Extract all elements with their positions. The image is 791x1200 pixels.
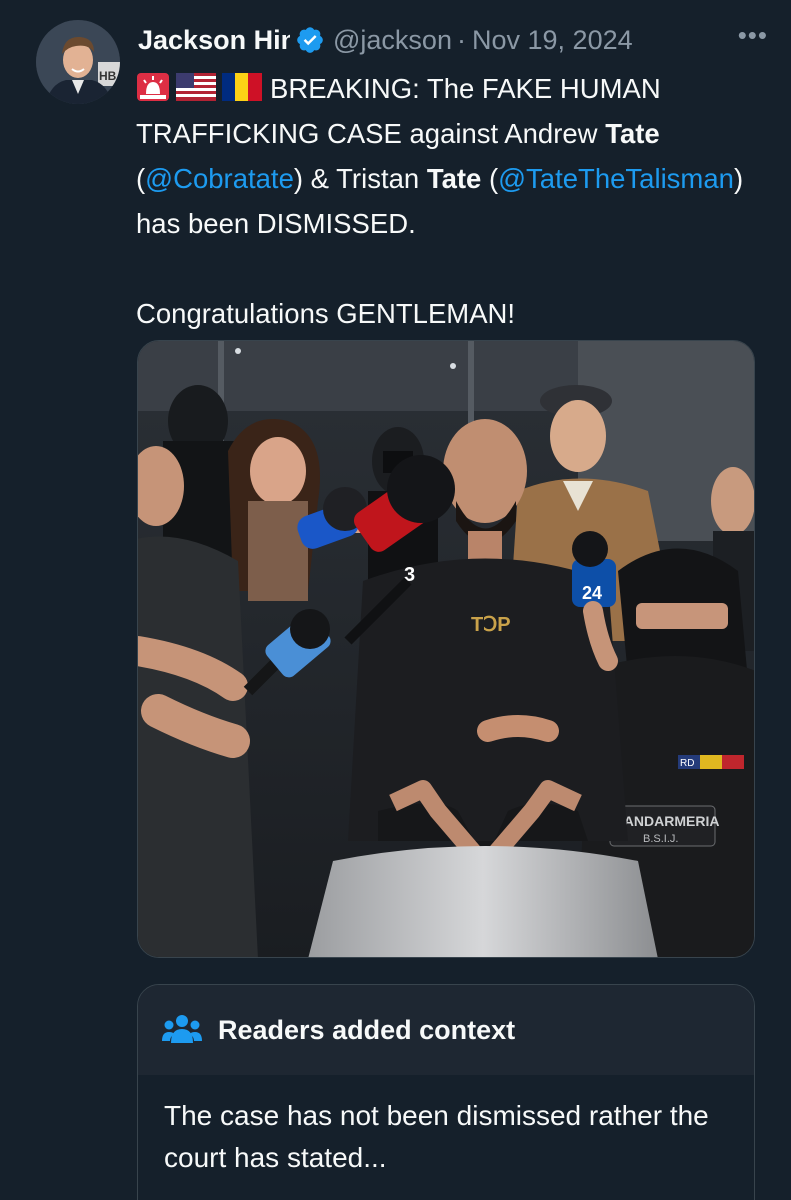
author-handle[interactable]: @jacksonhinkle xyxy=(333,25,451,56)
separator-dot: · xyxy=(457,24,466,55)
post-date[interactable]: Nov 19, 2024 xyxy=(472,25,633,56)
bold-tate-1: Tate xyxy=(605,118,660,149)
mention-cobratate[interactable]: @Cobratate xyxy=(145,163,294,194)
mention-tatethetalisman[interactable]: @TateTheTalisman xyxy=(498,163,734,194)
romania-flag-icon xyxy=(222,73,262,101)
tweet-paragraph-1: BREAKING: The FAKE HUMAN TRAFFICKING CAS… xyxy=(136,66,756,246)
emoji-flags xyxy=(136,72,262,102)
mic-logo-1: 24 xyxy=(582,583,602,603)
tweet-text: BREAKING: The FAKE HUMAN TRAFFICKING CAS… xyxy=(136,66,756,336)
svg-text:HB: HB xyxy=(99,69,117,83)
patch-text-1: JANDARMERIA xyxy=(616,813,719,829)
patch-text-3: RD xyxy=(680,758,694,769)
people-group-icon xyxy=(162,1015,202,1043)
photo-scene: JANDARMERIA B.S.I.J. RD TↃP 3 24 xyxy=(138,341,754,957)
rotating-light-icon xyxy=(137,73,169,101)
avatar-image: HB xyxy=(36,20,120,104)
tweet: HB Jackson Hinkl @jacksonhinkle · Nov 19… xyxy=(0,0,791,1200)
tweet-text-part: ( xyxy=(136,163,146,194)
author-avatar[interactable]: HB xyxy=(36,20,120,104)
tweet-text-part: ) & Tristan xyxy=(293,163,427,194)
us-flag-icon xyxy=(176,73,216,101)
tweet-header: Jackson Hinkl @jacksonhinkle · Nov 19, 2… xyxy=(138,20,768,60)
tweet-photo[interactable]: JANDARMERIA B.S.I.J. RD TↃP 3 24 xyxy=(137,340,755,958)
community-note-header: Readers added context xyxy=(138,985,754,1075)
patch-text-2: B.S.I.J. xyxy=(643,833,678,845)
community-note[interactable]: Readers added context The case has not b… xyxy=(137,984,755,1200)
tweet-paragraph-2: Congratulations GENTLEMAN! xyxy=(136,298,516,329)
tweet-text-part: ( xyxy=(481,163,499,194)
verified-badge-icon xyxy=(297,27,323,53)
bold-tate-2: Tate xyxy=(426,163,482,194)
author-display-name[interactable]: Jackson Hinkl xyxy=(138,25,290,56)
community-note-title: Readers added context xyxy=(218,1014,516,1045)
community-note-text: The case has not been dismissed rather t… xyxy=(138,1075,754,1200)
hoodie-logo-text: TↃP xyxy=(471,614,511,636)
more-options-icon[interactable]: ••• xyxy=(738,20,768,51)
